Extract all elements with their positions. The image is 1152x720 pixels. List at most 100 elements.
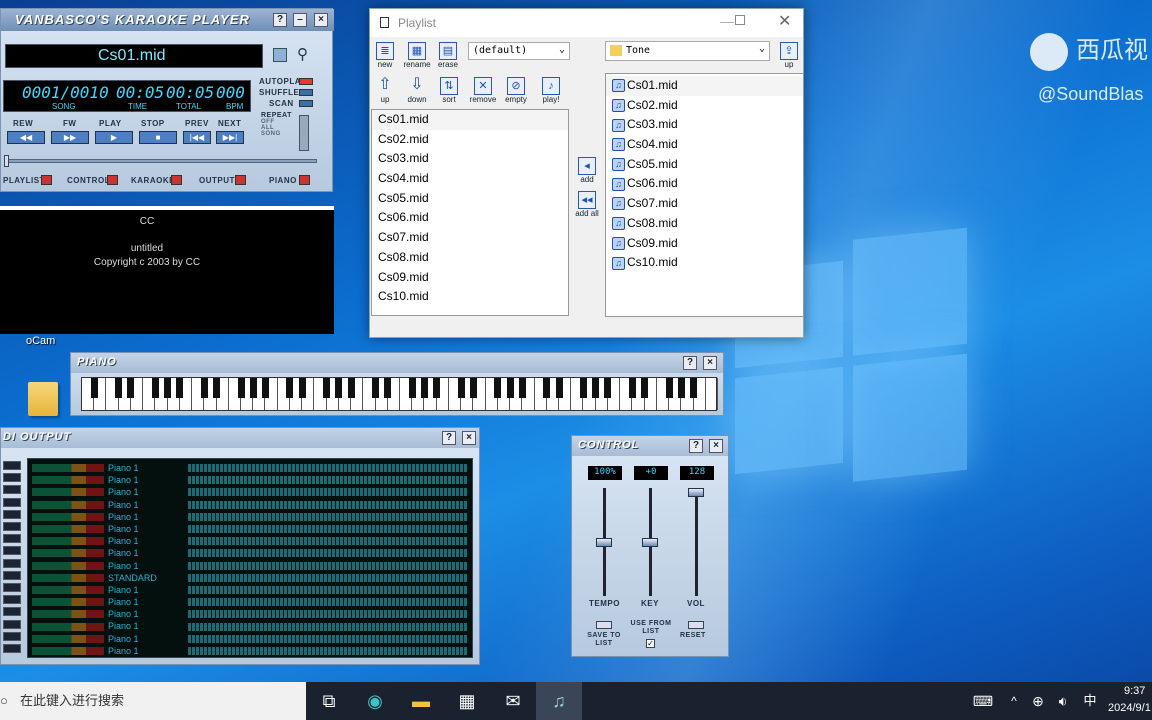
keyboard-layout-icon[interactable]: ⌨ (960, 682, 1006, 720)
piano-black-key[interactable] (347, 378, 355, 398)
piano-black-key[interactable] (127, 378, 135, 398)
list-item[interactable]: Cs03.mid (372, 149, 568, 169)
piano-black-key[interactable] (164, 378, 172, 398)
network-icon[interactable]: ⊕ (1026, 682, 1050, 720)
panel-piano[interactable]: PIANO (269, 176, 297, 185)
piano-black-key[interactable] (90, 378, 98, 398)
piano-black-key[interactable] (506, 378, 514, 398)
piano-black-key[interactable] (579, 378, 587, 398)
piano-black-key[interactable] (151, 378, 159, 398)
prev-button[interactable]: |◀◀ (183, 131, 211, 144)
piano-black-key[interactable] (298, 378, 306, 398)
piano-black-key[interactable] (433, 378, 441, 398)
piano-black-key[interactable] (200, 378, 208, 398)
panel-control[interactable]: CONTROL (67, 176, 110, 185)
list-item[interactable]: ♫ Cs10.mid (606, 253, 803, 273)
piano-black-key[interactable] (604, 378, 612, 398)
list-item[interactable]: Cs04.mid (372, 169, 568, 189)
file-explorer-icon[interactable]: ▬ (398, 682, 444, 720)
piano-black-key[interactable] (628, 378, 636, 398)
list-item[interactable]: Cs06.mid (372, 208, 568, 228)
piano-black-key[interactable] (690, 378, 698, 398)
karaoke-title-bar[interactable]: VANBASCO'S KARAOKE PLAYER ? – × (1, 9, 334, 31)
piano-black-key[interactable] (543, 378, 551, 398)
list-item[interactable]: Cs08.mid (372, 248, 568, 268)
piano-black-key[interactable] (323, 378, 331, 398)
piano-black-key[interactable] (494, 378, 502, 398)
panel-playlist[interactable]: PLAYLIST (3, 176, 45, 185)
minimize-button[interactable]: — (720, 13, 734, 29)
play-button[interactable]: ♪ play! (538, 77, 564, 104)
clock-time[interactable]: 9:37 (1124, 685, 1145, 697)
remove-button[interactable]: ✕ remove (468, 77, 498, 104)
volume-slider[interactable] (299, 115, 309, 151)
use-from-list-checkbox[interactable]: ✓ (646, 639, 655, 648)
save-icon[interactable] (273, 48, 287, 62)
channel-mute-button[interactable] (3, 583, 21, 592)
help-button[interactable]: ? (442, 431, 456, 445)
piano-black-key[interactable] (372, 378, 380, 398)
channel-mute-button[interactable] (3, 485, 21, 495)
vol-slider-track[interactable] (695, 488, 698, 596)
chevron-up-icon[interactable]: ^ (1004, 682, 1024, 720)
clock-date[interactable]: 2024/9/1 (1108, 702, 1151, 714)
toggle-scan[interactable]: SCAN (269, 99, 294, 108)
channel-mute-button[interactable] (3, 509, 21, 519)
ime-indicator[interactable]: 中 (1078, 682, 1102, 720)
list-item[interactable]: ♫ Cs08.mid (606, 214, 803, 234)
toggle-shuffle[interactable]: SHUFFLE (259, 88, 299, 97)
reset-button[interactable] (688, 621, 704, 629)
tempo-slider-thumb[interactable] (596, 538, 612, 547)
position-slider[interactable] (5, 159, 317, 163)
channel-mute-button[interactable] (3, 595, 21, 605)
channel-mute-button[interactable] (3, 473, 21, 483)
list-item[interactable]: Cs09.mid (372, 268, 568, 288)
piano-black-key[interactable] (420, 378, 428, 398)
piano-black-key[interactable] (592, 378, 600, 398)
list-item[interactable]: ♫ Cs04.mid (606, 135, 803, 155)
help-button[interactable]: ? (689, 439, 703, 453)
up-button[interactable]: ⇧ up (374, 77, 396, 105)
list-item[interactable]: ♫ Cs01.mid (606, 76, 803, 96)
piano-black-key[interactable] (286, 378, 294, 398)
control-title-bar[interactable]: CONTROL ? × (572, 436, 728, 456)
empty-button[interactable]: ⊘ empty (502, 77, 530, 104)
down-button[interactable]: ⇩ down (404, 77, 430, 105)
piano-black-key[interactable] (469, 378, 477, 398)
channel-mute-button[interactable] (3, 546, 21, 556)
piano-black-key[interactable] (249, 378, 257, 398)
piano-black-key[interactable] (518, 378, 526, 398)
volume-icon[interactable]: 🔉︎ (1052, 682, 1074, 720)
play-button[interactable]: ▶ (95, 131, 133, 144)
channel-mute-button[interactable] (3, 570, 21, 580)
close-button[interactable]: × (703, 356, 717, 370)
piano-black-key[interactable] (555, 378, 563, 398)
playlist-title-bar[interactable]: Playlist — ✕ (370, 9, 803, 37)
piano-black-key[interactable] (665, 378, 673, 398)
desktop-item-label[interactable]: oCam (26, 335, 55, 347)
piano-black-key[interactable] (384, 378, 392, 398)
search-icon[interactable]: ⚲ (297, 45, 308, 63)
next-button[interactable]: ▶▶| (216, 131, 244, 144)
midi-output-title-bar[interactable]: DI OUTPUT ? × (1, 428, 479, 448)
close-button[interactable]: × (314, 13, 328, 27)
folder-up-button[interactable]: ⇪ up (778, 42, 800, 69)
list-item[interactable]: Cs05.mid (372, 189, 568, 209)
position-thumb[interactable] (4, 155, 9, 167)
rename-button[interactable]: ▦ rename (402, 42, 432, 69)
erase-button[interactable]: ▤ erase (436, 42, 460, 69)
channel-mute-button[interactable] (3, 558, 21, 568)
piano-black-key[interactable] (213, 378, 221, 398)
store-icon[interactable]: ▦ (444, 682, 490, 720)
list-item[interactable]: Cs01.mid (372, 110, 568, 130)
channel-mute-button[interactable] (3, 461, 21, 470)
edge-browser-icon[interactable]: ◉ (352, 682, 398, 720)
help-button[interactable]: ? (273, 13, 287, 27)
panel-output[interactable]: OUTPUT (199, 176, 235, 185)
list-item[interactable]: ♫ Cs07.mid (606, 194, 803, 214)
list-item[interactable]: ♫ Cs02.mid (606, 96, 803, 116)
piano-title-bar[interactable]: PIANO ? × (71, 353, 723, 373)
piano-keyboard[interactable] (81, 377, 718, 411)
close-button[interactable]: × (462, 431, 476, 445)
close-button[interactable]: × (709, 439, 723, 453)
